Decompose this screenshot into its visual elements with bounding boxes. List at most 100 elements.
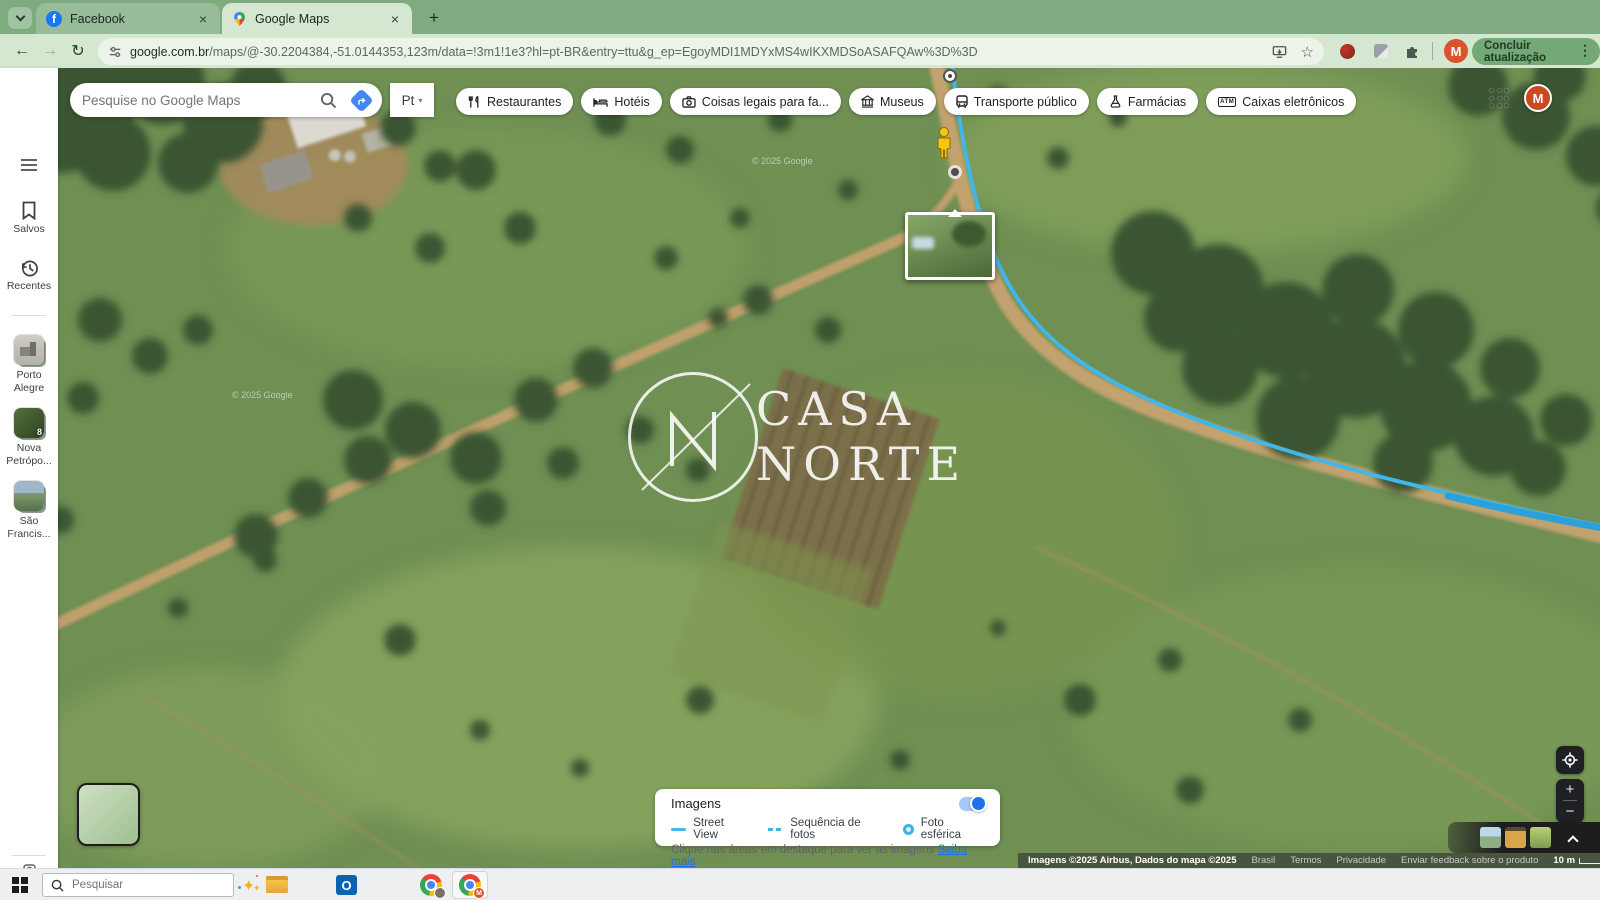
legend-label: Sequência de fotos — [790, 817, 884, 841]
satellite-imagery — [58, 68, 1600, 868]
saved-label[interactable]: Salvos — [0, 223, 58, 235]
copilot-sparkle-icon[interactable]: ✦✦ — [236, 874, 262, 896]
new-tab-button[interactable]: + — [424, 8, 444, 28]
chevron-up-icon[interactable] — [1567, 835, 1578, 846]
zoom-out-button[interactable]: − — [1566, 801, 1575, 822]
browser-toolbar: ← → ↻ google.com.br/maps/@-30.2204384,-5… — [0, 34, 1600, 68]
tab-facebook[interactable]: f Facebook × — [36, 3, 220, 34]
bookmark-star-icon[interactable]: ☆ — [1301, 43, 1314, 61]
saved-icon[interactable] — [0, 201, 58, 220]
map-dot-marker[interactable] — [948, 165, 962, 179]
profile-photo-badge — [434, 887, 446, 899]
photo-thumbnail[interactable] — [1480, 827, 1501, 848]
scale-label: 10 m — [1553, 855, 1575, 866]
chrome-profile1-icon[interactable] — [420, 874, 442, 896]
install-app-icon[interactable] — [1272, 45, 1287, 59]
chrome-profile2-icon[interactable]: M — [452, 871, 488, 899]
profile-m-badge: M — [473, 887, 485, 899]
imagery-panel: Imagens Street View Sequência de fotos F… — [655, 789, 1000, 846]
photo-bush — [952, 221, 986, 247]
taskbar-search[interactable] — [42, 873, 234, 897]
place-label: Petrópo... — [0, 455, 58, 467]
flag-extension-icon[interactable] — [1374, 44, 1388, 58]
camera-icon — [682, 96, 696, 108]
legend-label: Foto esférica — [921, 817, 984, 841]
hamburger-menu-icon[interactable] — [0, 158, 58, 172]
browser-tabstrip: f Facebook × Google Maps × + — [0, 0, 1600, 34]
layers-button[interactable]: Camadas — [77, 783, 140, 846]
forward-icon[interactable]: → — [38, 39, 62, 63]
address-bar[interactable]: google.com.br/maps/@-30.2204384,-51.0144… — [98, 38, 1324, 65]
photo-sphere-icon — [903, 824, 914, 835]
google-account-avatar[interactable]: M — [1524, 84, 1552, 112]
photo-path-line-icon — [768, 828, 783, 831]
extensions-puzzle-icon[interactable] — [1404, 43, 1420, 59]
recents-icon[interactable] — [0, 259, 58, 278]
start-button[interactable] — [12, 877, 28, 893]
recent-place-sao-francisco[interactable] — [14, 481, 44, 511]
windows-taskbar: ✦✦ O M PORPTB2 15:3416/06/2025 1 — [0, 868, 1600, 900]
place-label: Francis... — [0, 528, 58, 540]
tab-title: Facebook — [70, 12, 186, 26]
chip-hotels[interactable]: Hotéis — [581, 88, 661, 115]
sidebar-divider — [12, 315, 46, 316]
place-label: Alegre — [0, 382, 58, 394]
chip-museums[interactable]: Museus — [849, 88, 936, 115]
bed-icon — [593, 96, 608, 108]
my-location-button[interactable] — [1556, 746, 1584, 774]
search-icon — [51, 879, 64, 892]
adblock-extension-icon[interactable] — [1340, 44, 1355, 59]
caret-down-icon: ▾ — [418, 96, 422, 105]
reload-icon[interactable]: ↻ — [66, 39, 90, 63]
recent-place-porto-alegre[interactable] — [14, 335, 44, 365]
chip-transit[interactable]: Transporte público — [944, 88, 1089, 115]
imagery-toggle[interactable] — [959, 797, 986, 811]
outlook-icon[interactable]: O — [336, 875, 357, 895]
chip-things-to-do[interactable]: Coisas legais para fa... — [670, 88, 841, 115]
tab-search-button[interactable] — [8, 7, 32, 29]
map-canvas[interactable] — [58, 68, 1600, 868]
street-view-photo-preview[interactable] — [905, 212, 995, 280]
chip-atms[interactable]: ATM Caixas eletrônicos — [1206, 88, 1356, 115]
google-apps-grid-icon[interactable] — [1490, 89, 1510, 109]
maps-favicon-icon — [232, 11, 247, 27]
recents-label[interactable]: Recentes — [0, 280, 58, 292]
photo-thumbnail[interactable] — [1505, 827, 1526, 848]
sidebar-divider — [12, 855, 46, 856]
search-input[interactable] — [82, 93, 320, 108]
chip-pharmacies[interactable]: Farmácias — [1097, 88, 1198, 115]
pharmacy-icon — [1109, 95, 1122, 108]
photo-sphere-marker[interactable] — [944, 70, 956, 82]
close-icon[interactable]: × — [388, 11, 402, 27]
photo-sky — [912, 237, 934, 249]
attribution-link[interactable]: Privacidade — [1336, 855, 1386, 866]
translate-pt-box[interactable]: Pt▾ — [390, 83, 434, 117]
attribution-link[interactable]: Termos — [1290, 855, 1321, 866]
recent-place-nova-petropolis[interactable]: 8 — [14, 408, 44, 438]
directions-icon[interactable] — [349, 88, 373, 112]
back-icon[interactable]: ← — [10, 39, 34, 63]
attribution-link[interactable]: Brasil — [1251, 855, 1275, 866]
taskbar-search-input[interactable] — [72, 879, 202, 891]
close-icon[interactable]: × — [196, 11, 210, 27]
desktop: f Facebook × Google Maps × + ← → ↻ — [0, 0, 1600, 900]
imagery-hint: Clique nas áreas em destaque para ver as… — [671, 844, 938, 856]
tab-google-maps[interactable]: Google Maps × — [222, 3, 412, 34]
photo-thumbnail[interactable] — [1530, 827, 1551, 848]
photos-strip — [1448, 822, 1600, 853]
zoom-in-button[interactable]: + — [1566, 779, 1575, 800]
scale-bar — [1579, 858, 1600, 864]
attribution-link[interactable]: Enviar feedback sobre o produto — [1401, 855, 1538, 866]
tab-title: Google Maps — [255, 12, 378, 26]
search-icon[interactable] — [320, 92, 337, 109]
atm-icon: ATM — [1218, 97, 1236, 107]
imagery-title: Imagens — [671, 796, 984, 811]
map-attribution: Imagens ©2025 Airbus, Dados do mapa ©202… — [1018, 853, 1600, 868]
kebab-menu-icon[interactable]: ⋮ — [1578, 42, 1592, 59]
chip-restaurants[interactable]: Restaurantes — [456, 88, 573, 115]
category-chips: Restaurantes Hotéis Coisas legais para f… — [456, 88, 1356, 115]
browser-profile-avatar[interactable]: M — [1444, 39, 1468, 63]
maps-search-box[interactable] — [70, 83, 382, 117]
place-label: São — [0, 515, 58, 527]
file-explorer-icon[interactable] — [266, 876, 288, 893]
